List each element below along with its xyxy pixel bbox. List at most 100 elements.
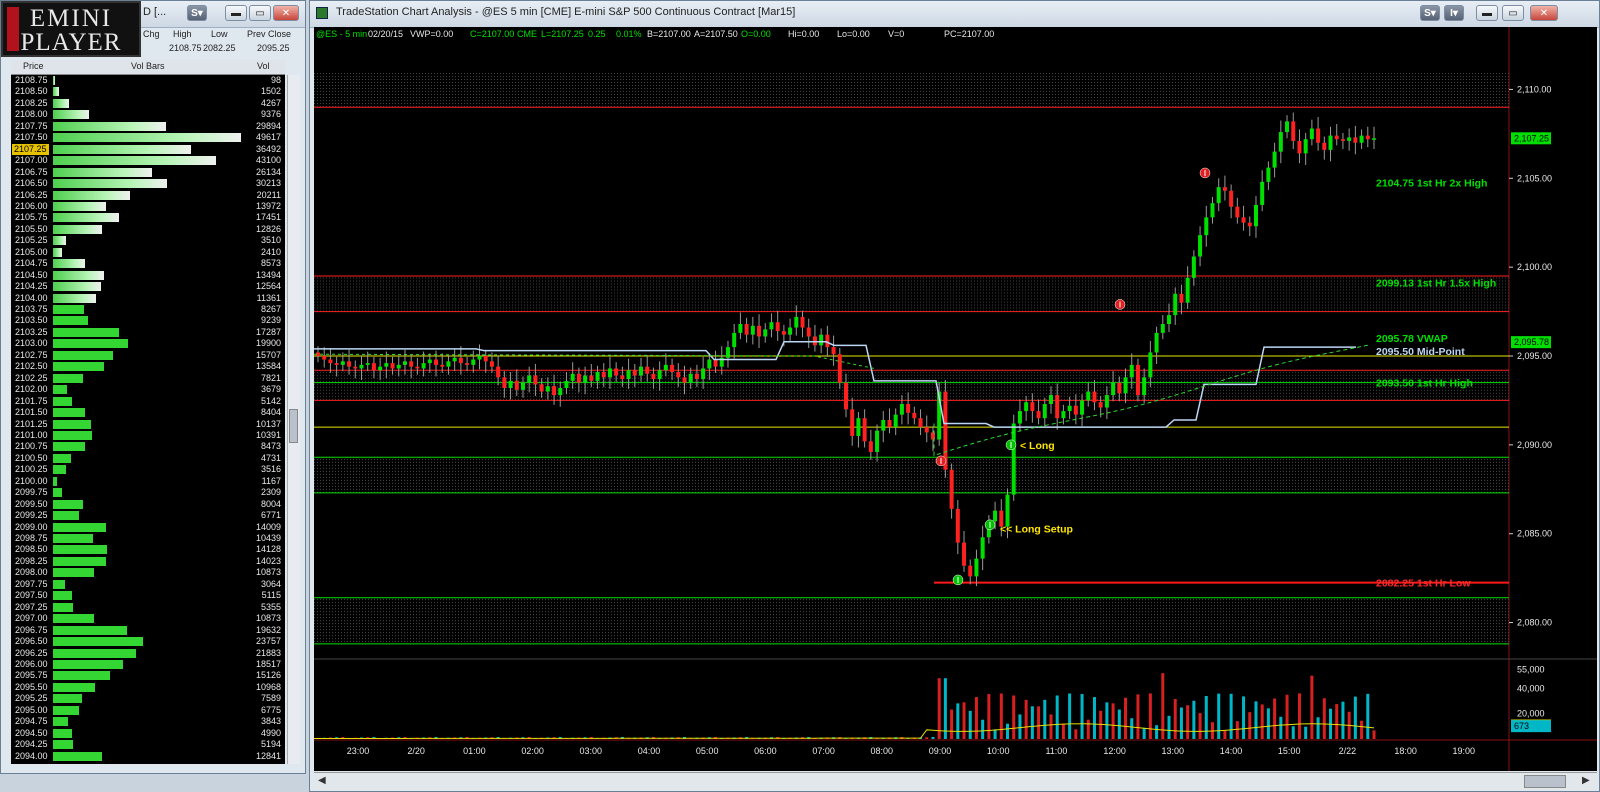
ladder-row[interactable]: 2105.50 12826 (11, 224, 285, 235)
ladder-volume-bar (53, 385, 67, 395)
ladder-row[interactable]: 2104.75 8573 (11, 258, 285, 269)
ladder-row[interactable]: 2107.00 43100 (11, 155, 285, 166)
ladder-row[interactable]: 2101.75 5142 (11, 396, 285, 407)
column-header-price[interactable]: Price (23, 61, 44, 71)
column-header-vol[interactable]: Vol (257, 61, 270, 71)
ladder-row[interactable]: 2095.75 15126 (11, 670, 285, 681)
ladder-row[interactable]: 2108.50 1502 (11, 86, 285, 97)
ladder-row[interactable]: 2105.00 2410 (11, 247, 285, 258)
ladder-row[interactable]: 2098.00 10873 (11, 567, 285, 578)
ladder-volume-bar (53, 144, 192, 154)
close-button[interactable]: ✕ (1530, 5, 1558, 21)
ladder-price: 2104.25 (15, 281, 48, 292)
price-ladder-grid[interactable]: 2108.75 98 2108.50 1502 2108.25 4267 2108.00 93… (11, 75, 285, 764)
ladder-row[interactable]: 2100.25 3516 (11, 464, 285, 475)
minimize-button[interactable]: ▬ (225, 5, 247, 21)
ladder-row[interactable]: 2105.75 17451 (11, 212, 285, 223)
candle-body (1160, 324, 1165, 333)
ladder-volume-bar (53, 740, 73, 750)
chart-area[interactable]: @ES - 5 min 02/20/15 VWP=0.00 C=2107.00 … (314, 27, 1597, 771)
ladder-row[interactable]: 2099.00 14009 (11, 522, 285, 533)
column-header-vol-bars[interactable]: Vol Bars (131, 61, 165, 71)
ladder-row[interactable]: 2096.00 18517 (11, 659, 285, 670)
ladder-row[interactable]: 2096.50 23757 (11, 636, 285, 647)
symbol-link-button[interactable]: S▾ (187, 5, 207, 21)
ladder-row[interactable]: 2104.00 11361 (11, 293, 285, 304)
ladder-row[interactable]: 2102.75 15707 (11, 350, 285, 361)
ladder-volume-bar (53, 179, 168, 189)
ladder-row[interactable]: 2107.25 36492 (11, 143, 285, 155)
ladder-row[interactable]: 2096.75 19632 (11, 625, 285, 636)
ladder-row[interactable]: 2106.00 13972 (11, 201, 285, 212)
ladder-row[interactable]: 2100.75 8473 (11, 441, 285, 452)
ladder-row[interactable]: 2101.50 8404 (11, 407, 285, 418)
ladder-row[interactable]: 2107.50 49617 (11, 132, 285, 143)
ladder-row[interactable]: 2101.25 10137 (11, 419, 285, 430)
ladder-row[interactable]: 2094.00 12841 (11, 751, 285, 762)
ladder-row[interactable]: 2095.25 7589 (11, 693, 285, 704)
ladder-price: 2098.00 (15, 567, 48, 578)
maximize-button[interactable]: ▭ (1502, 5, 1524, 21)
ladder-row[interactable]: 2097.50 5115 (11, 590, 285, 601)
ladder-row[interactable]: 2108.75 98 (11, 75, 285, 86)
volume-bar (1148, 693, 1152, 739)
ladder-row[interactable]: 2099.75 2309 (11, 487, 285, 498)
candle-body (1322, 142, 1327, 150)
ladder-row[interactable]: 2100.50 4731 (11, 453, 285, 464)
ladder-row[interactable]: 2103.25 17287 (11, 327, 285, 338)
symbol-link-button[interactable]: S▾ (1420, 5, 1440, 21)
ladder-row[interactable]: 2094.50 4990 (11, 728, 285, 739)
ladder-row[interactable]: 2097.75 3064 (11, 579, 285, 590)
ladder-row[interactable]: 2103.75 8267 (11, 304, 285, 315)
volume-bar (962, 702, 966, 739)
ladder-row[interactable]: 2099.50 8004 (11, 499, 285, 510)
ladder-row[interactable]: 2103.00 19900 (11, 338, 285, 349)
ladder-row[interactable]: 2094.25 5194 (11, 739, 285, 750)
ladder-row[interactable]: 2106.50 30213 (11, 178, 285, 189)
ladder-row[interactable]: 2104.50 13494 (11, 270, 285, 281)
ladder-row[interactable]: 2100.00 1167 (11, 476, 285, 487)
ladder-row[interactable]: 2103.50 9239 (11, 315, 285, 326)
chart-horizontal-scrollbar[interactable]: ◀ ▶ (314, 772, 1597, 790)
ladder-row[interactable]: 2101.00 10391 (11, 430, 285, 441)
chart-titlebar[interactable]: TradeStation Chart Analysis - @ES 5 min … (310, 1, 1599, 28)
volume-bar (1049, 714, 1053, 739)
indicator-menu-button[interactable]: I▾ (1444, 5, 1464, 21)
ladder-row[interactable]: 2098.50 14128 (11, 544, 285, 555)
ladder-row[interactable]: 2095.50 10968 (11, 682, 285, 693)
ladder-row[interactable]: 2108.00 9376 (11, 109, 285, 120)
ladder-row[interactable]: 2106.75 26134 (11, 167, 285, 178)
volume-bar (1310, 675, 1314, 739)
ladder-row[interactable]: 2095.00 6775 (11, 705, 285, 716)
ladder-row[interactable]: 2104.25 12564 (11, 281, 285, 292)
volume-bar (1266, 708, 1270, 739)
ladder-row[interactable]: 2098.75 10439 (11, 533, 285, 544)
ladder-row[interactable]: 2102.25 7821 (11, 373, 285, 384)
scroll-right-arrow-icon[interactable]: ▶ (1582, 775, 1590, 786)
volume-bar (1161, 673, 1165, 739)
ladder-row[interactable]: 2099.25 6771 (11, 510, 285, 521)
quote-value-low: 2082.25 (203, 43, 236, 53)
ladder-row[interactable]: 2096.25 21883 (11, 648, 285, 659)
scroll-left-arrow-icon[interactable]: ◀ (318, 775, 326, 786)
price-chart[interactable]: 2,110.00 2,105.00 2,100.00 2,095.00 2,090.00… (314, 27, 1597, 771)
ladder-row[interactable]: 2106.25 20211 (11, 190, 285, 201)
ladder-row[interactable]: 2105.25 3510 (11, 235, 285, 246)
chart-scroll-thumb[interactable] (1524, 775, 1566, 788)
ladder-row[interactable]: 2094.75 3843 (11, 716, 285, 727)
maximize-button[interactable]: ▭ (249, 5, 271, 21)
volume-bar (993, 729, 997, 739)
ladder-scroll-thumb[interactable] (289, 409, 298, 443)
ladder-row[interactable]: 2097.25 5355 (11, 602, 285, 613)
minimize-button[interactable]: ▬ (1476, 5, 1498, 21)
ladder-row[interactable]: 2102.00 3679 (11, 384, 285, 395)
ladder-volume: 2309 (260, 487, 281, 498)
ladder-row[interactable]: 2097.00 10873 (11, 613, 285, 624)
close-button[interactable]: ✕ (273, 5, 299, 21)
ladder-scrollbar[interactable] (287, 75, 300, 764)
x-tick-label: 18:00 (1394, 746, 1417, 756)
ladder-row[interactable]: 2098.25 14023 (11, 556, 285, 567)
ladder-row[interactable]: 2107.75 29894 (11, 121, 285, 132)
ladder-row[interactable]: 2102.50 13584 (11, 361, 285, 372)
ladder-row[interactable]: 2108.25 4267 (11, 98, 285, 109)
